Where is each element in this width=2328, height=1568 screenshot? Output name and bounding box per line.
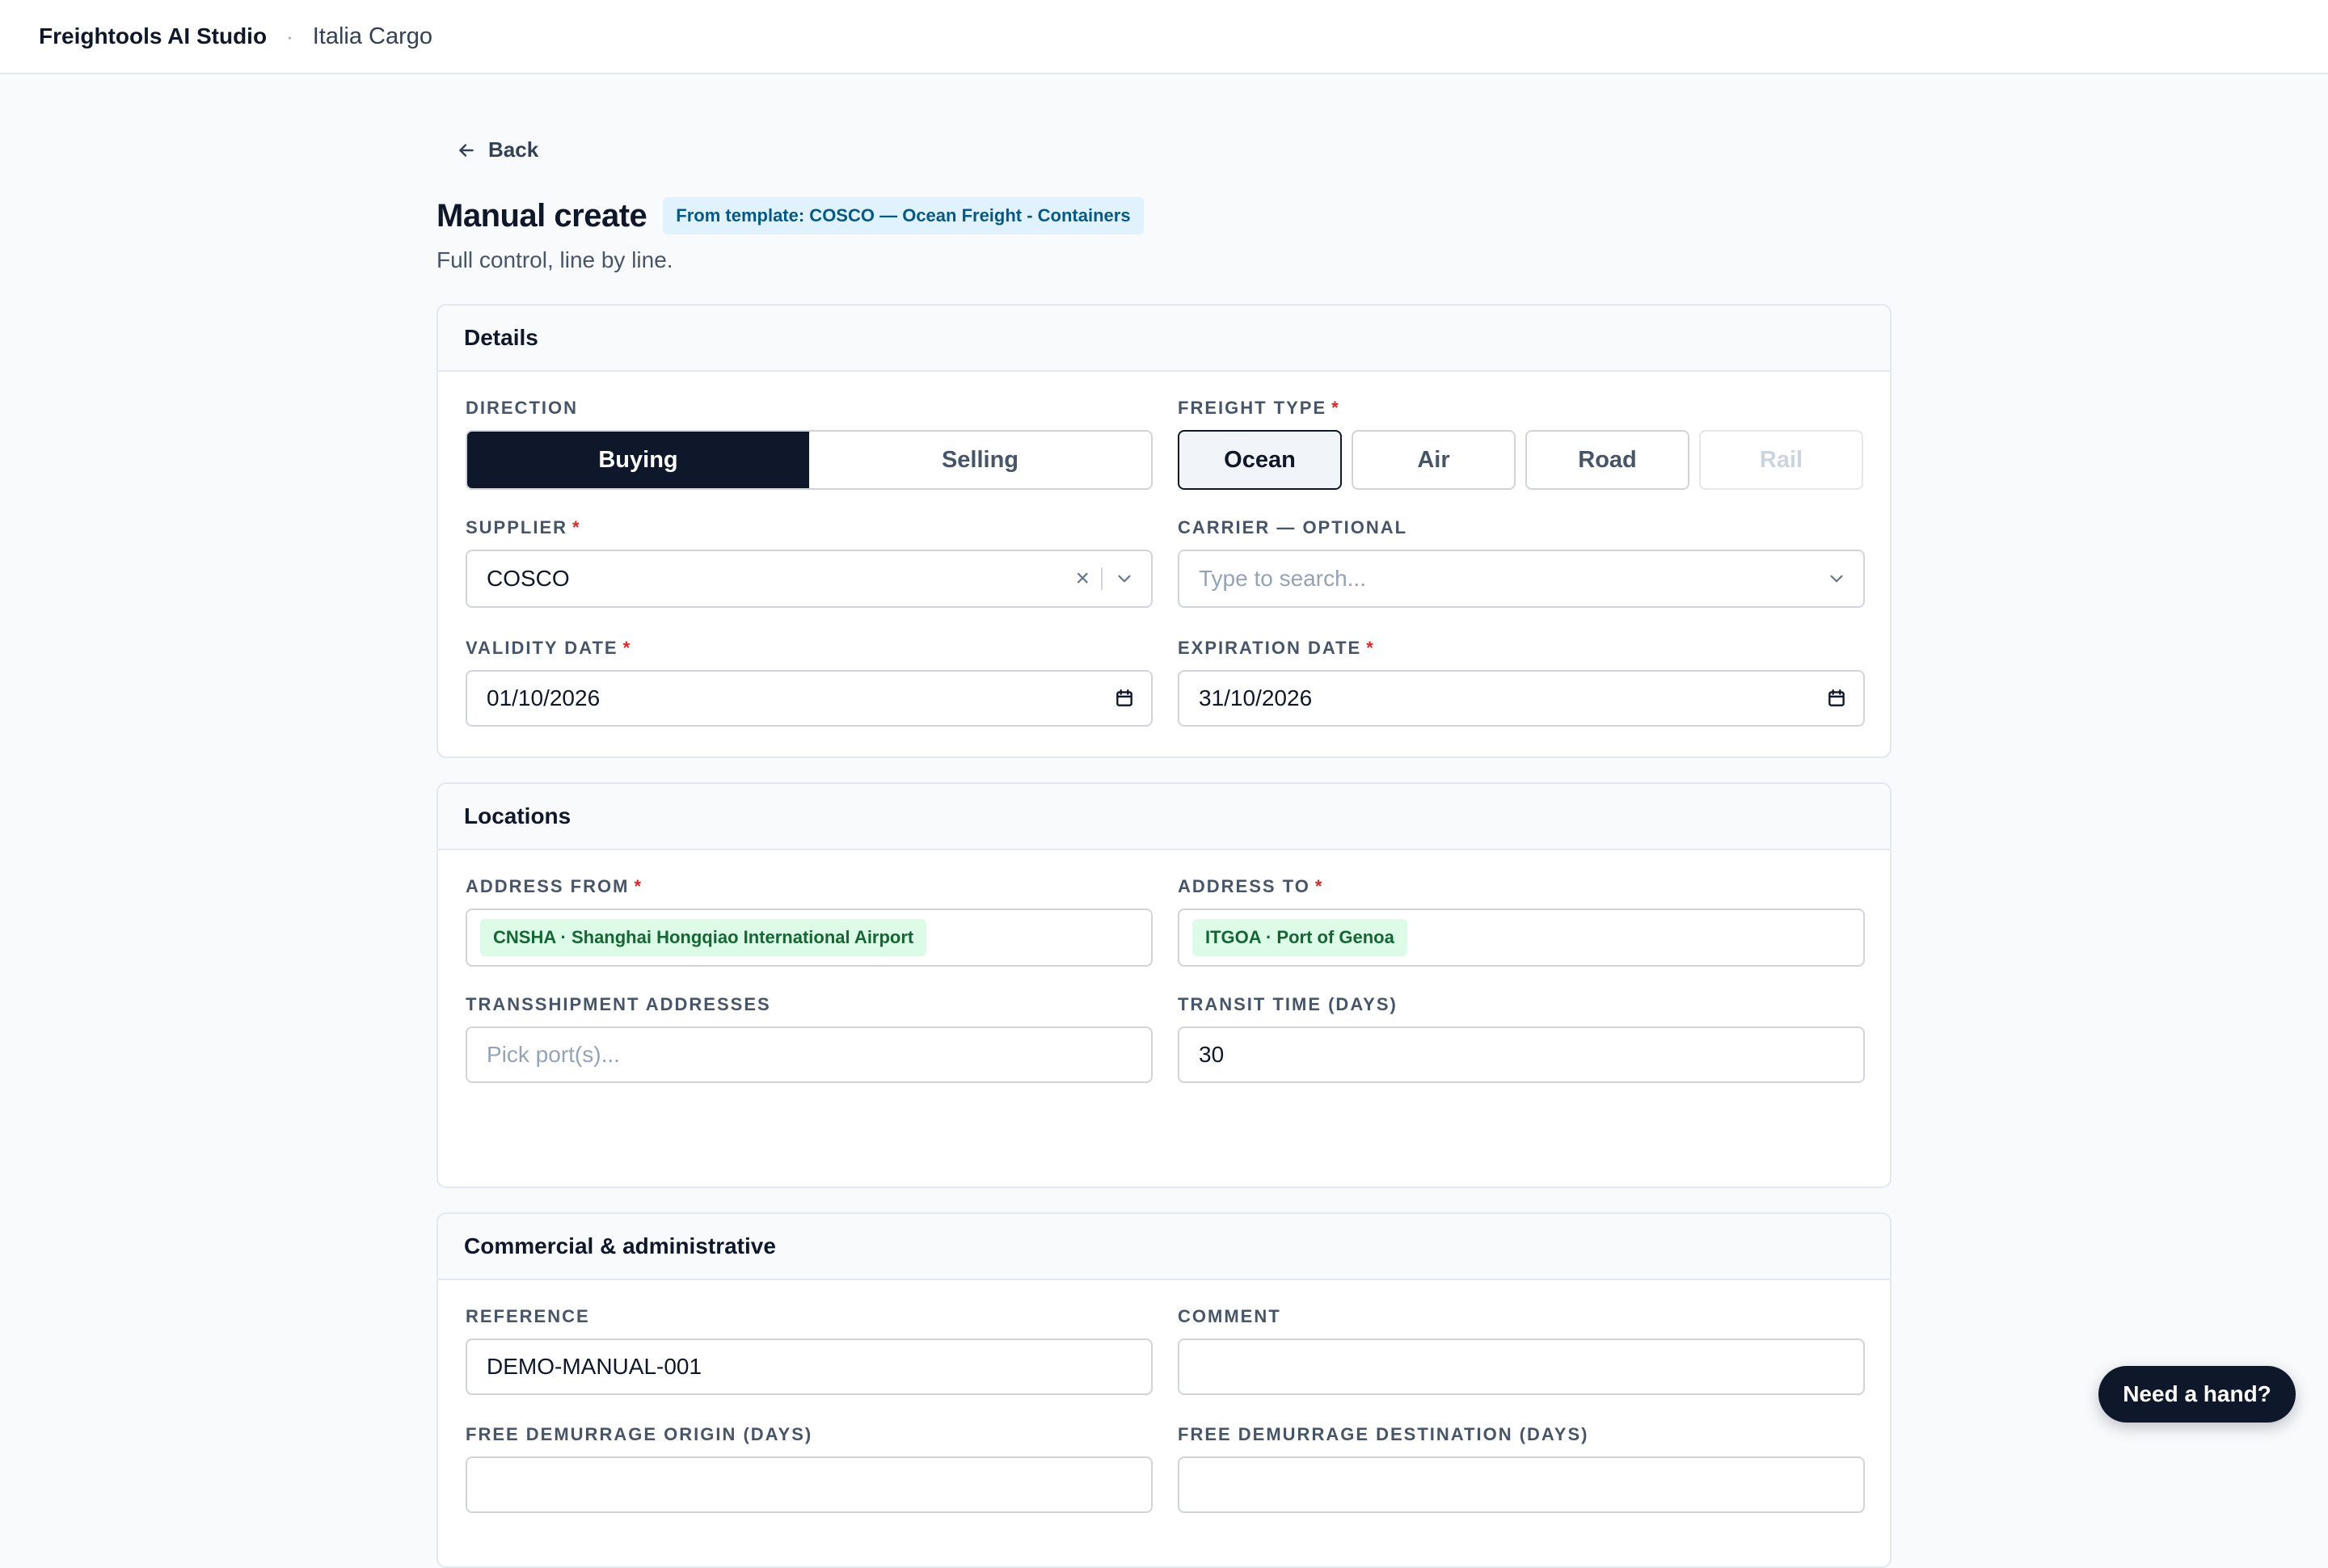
close-icon[interactable]: × [1075, 567, 1090, 591]
freight-type-rail: Rail [1699, 430, 1863, 490]
back-label: Back [488, 137, 539, 162]
locations-card: Locations ADDRESS FROM * CNSHA · Shanghai… [436, 782, 1892, 1188]
comment-field: COMMENT [1178, 1306, 1865, 1395]
direction-option-buying[interactable]: Buying [467, 432, 809, 488]
page-subtitle: Full control, line by line. [436, 247, 673, 272]
commercial-card: Commercial & administrative REFERENCE DE… [436, 1212, 1892, 1568]
carrier-label: CARRIER — OPTIONAL [1178, 517, 1408, 537]
transit-time-field: TRANSIT TIME (DAYS) 30 [1178, 994, 1865, 1083]
address-to-field: ADDRESS TO * ITGOA · Port of Genoa [1178, 876, 1865, 967]
validity-date-value: 01/10/2026 [487, 685, 601, 710]
address-from-label: ADDRESS FROM * [466, 876, 643, 896]
transit-time-label: TRANSIT TIME (DAYS) [1178, 994, 1398, 1014]
freight-type-label: FREIGHT TYPE * [1178, 398, 1340, 418]
details-card: Details DIRECTION Buying Selling FREIGHT… [436, 304, 1892, 758]
calendar-icon[interactable] [1114, 688, 1135, 709]
direction-option-selling[interactable]: Selling [809, 432, 1151, 488]
template-badge: From template: COSCO — Ocean Freight - C… [663, 197, 1144, 234]
comment-input[interactable] [1178, 1338, 1865, 1395]
transshipment-input[interactable]: Pick port(s)... [466, 1026, 1153, 1083]
freight-type-field: FREIGHT TYPE * Ocean Air Road Rail [1178, 398, 1865, 490]
brand-name[interactable]: Freightools AI Studio [39, 23, 267, 49]
freight-type-air[interactable]: Air [1352, 430, 1516, 490]
validity-date-label: VALIDITY DATE * [466, 638, 632, 658]
locations-card-title: Locations [438, 784, 1890, 850]
transshipment-field: TRANSSHIPMENT ADDRESSES Pick port(s)... [466, 994, 1153, 1083]
supplier-label: SUPPLIER * [466, 517, 581, 537]
reference-field: REFERENCE DEMO-MANUAL-001 [466, 1306, 1153, 1395]
direction-toggle: Buying Selling [466, 430, 1153, 490]
details-card-title: Details [438, 306, 1890, 372]
freight-type-options: Ocean Air Road Rail [1178, 430, 1865, 490]
free-demurrage-destination-input[interactable] [1178, 1456, 1865, 1513]
carrier-select[interactable]: Type to search... [1178, 550, 1865, 608]
reference-value: DEMO-MANUAL-001 [487, 1354, 702, 1379]
need-help-button[interactable]: Need a hand? [2098, 1366, 2296, 1423]
transshipment-placeholder: Pick port(s)... [487, 1042, 620, 1067]
address-from-input[interactable]: CNSHA · Shanghai Hongqiao International … [466, 908, 1153, 967]
commercial-card-title: Commercial & administrative [438, 1214, 1890, 1280]
calendar-icon[interactable] [1826, 688, 1847, 709]
brand-separator: · [286, 23, 293, 48]
expiration-date-value: 31/10/2026 [1199, 685, 1313, 710]
freight-type-road[interactable]: Road [1525, 430, 1689, 490]
validity-date-input[interactable]: 01/10/2026 [466, 670, 1153, 727]
free-demurrage-origin-input[interactable] [466, 1456, 1153, 1513]
address-to-label: ADDRESS TO * [1178, 876, 1324, 896]
chevron-down-icon[interactable] [1114, 568, 1135, 589]
reference-input[interactable]: DEMO-MANUAL-001 [466, 1338, 1153, 1395]
free-demurrage-destination-label: FREE DEMURRAGE DESTINATION (DAYS) [1178, 1424, 1589, 1444]
arrow-left-icon [459, 143, 474, 157]
expiration-date-field: EXPIRATION DATE * 31/10/2026 [1178, 638, 1865, 727]
supplier-select[interactable]: COSCO × [466, 550, 1153, 608]
address-from-chip[interactable]: CNSHA · Shanghai Hongqiao International … [480, 919, 927, 956]
direction-field: DIRECTION Buying Selling [466, 398, 1153, 490]
transshipment-label: TRANSSHIPMENT ADDRESSES [466, 994, 771, 1014]
page-title: Manual create [436, 197, 647, 234]
freight-type-ocean[interactable]: Ocean [1178, 430, 1342, 490]
title-row: Manual create From template: COSCO — Oce… [436, 197, 1144, 234]
address-from-field: ADDRESS FROM * CNSHA · Shanghai Hongqiao … [466, 876, 1153, 967]
free-demurrage-origin-field: FREE DEMURRAGE ORIGIN (DAYS) [466, 1424, 1153, 1513]
free-demurrage-origin-label: FREE DEMURRAGE ORIGIN (DAYS) [466, 1424, 813, 1444]
reference-label: REFERENCE [466, 1306, 590, 1326]
direction-label: DIRECTION [466, 398, 578, 418]
workspace-name[interactable]: Italia Cargo [313, 23, 432, 50]
transit-time-value: 30 [1199, 1042, 1225, 1067]
supplier-value: COSCO [487, 566, 570, 591]
transit-time-input[interactable]: 30 [1178, 1026, 1865, 1083]
expiration-date-label: EXPIRATION DATE * [1178, 638, 1375, 658]
expiration-date-input[interactable]: 31/10/2026 [1178, 670, 1865, 727]
address-to-input[interactable]: ITGOA · Port of Genoa [1178, 908, 1865, 967]
back-button[interactable]: Back [456, 137, 538, 162]
address-to-chip[interactable]: ITGOA · Port of Genoa [1192, 919, 1407, 956]
carrier-placeholder: Type to search... [1199, 566, 1366, 591]
carrier-field: CARRIER — OPTIONAL Type to search... [1178, 517, 1865, 608]
validity-date-field: VALIDITY DATE * 01/10/2026 [466, 638, 1153, 727]
supplier-field: SUPPLIER * COSCO × [466, 517, 1153, 608]
free-demurrage-destination-field: FREE DEMURRAGE DESTINATION (DAYS) [1178, 1424, 1865, 1513]
top-bar: Freightools AI Studio · Italia Cargo [0, 0, 2328, 74]
comment-label: COMMENT [1178, 1306, 1281, 1326]
chevron-down-icon[interactable] [1826, 568, 1847, 589]
